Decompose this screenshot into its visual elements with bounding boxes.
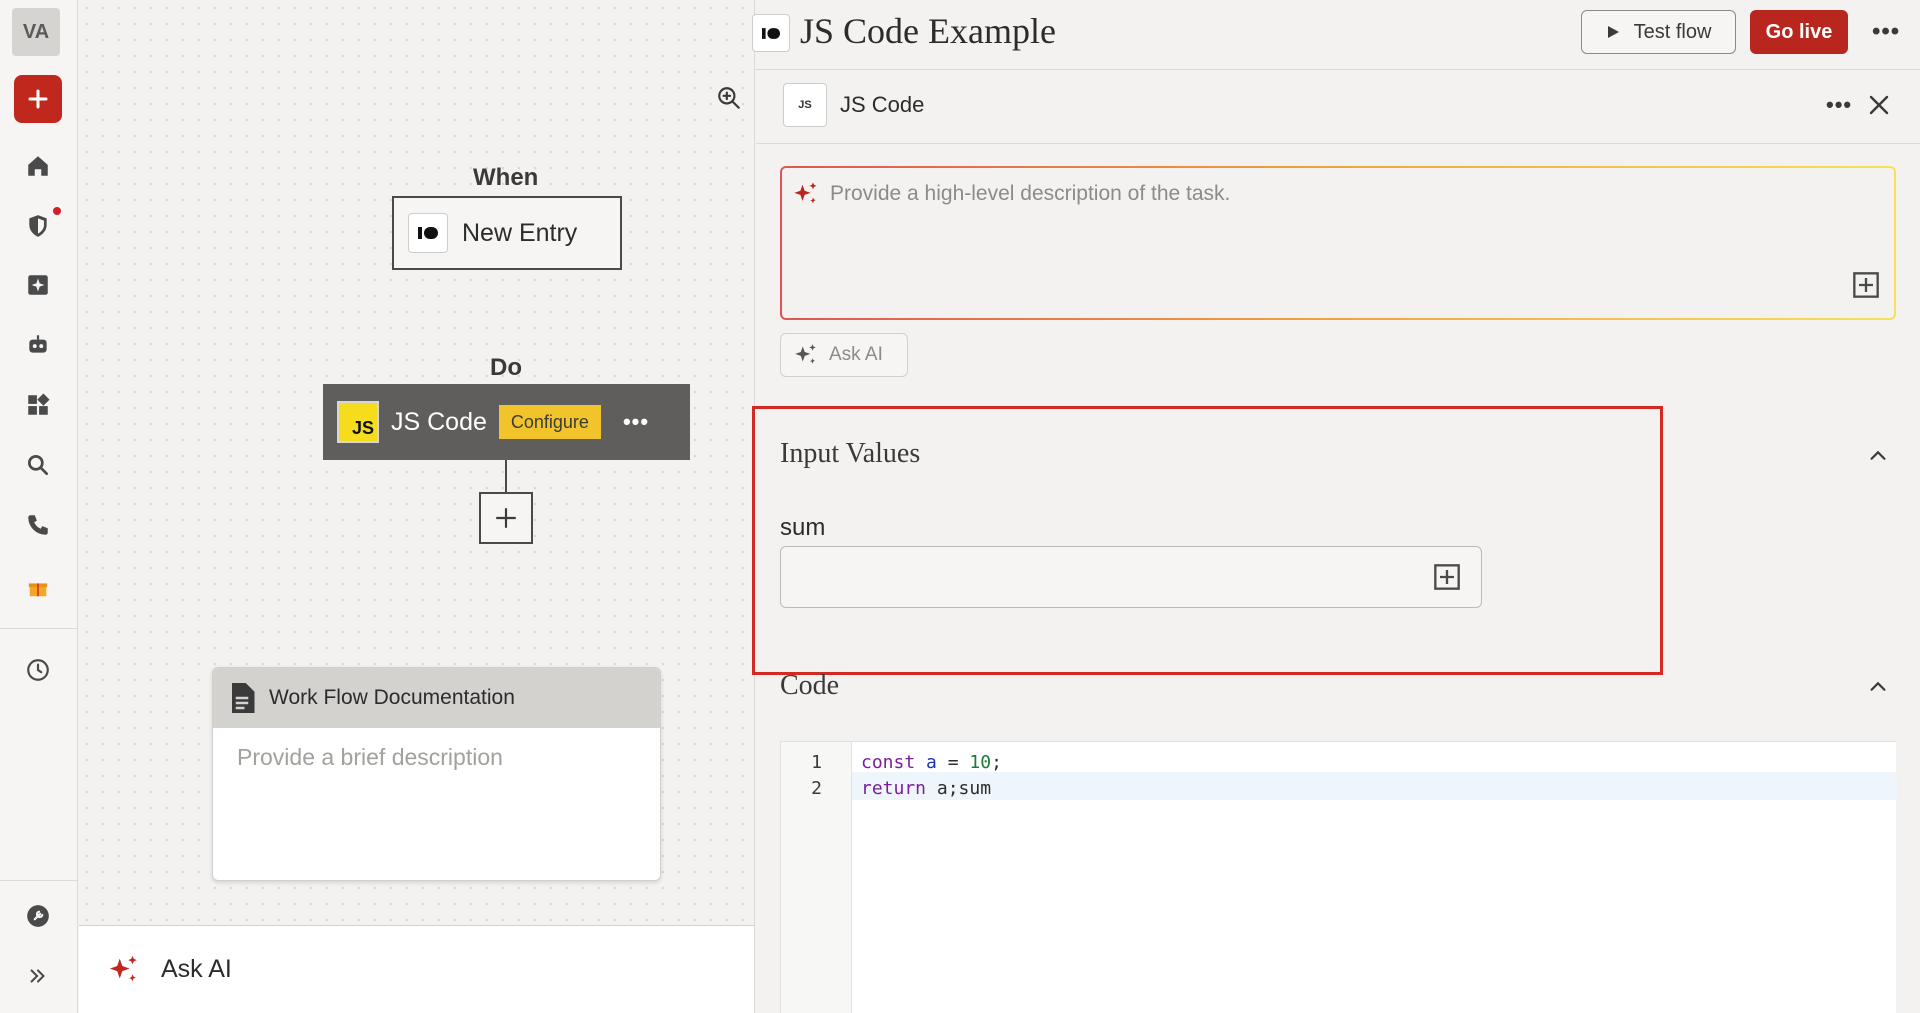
go-live-button[interactable]: Go live: [1750, 10, 1848, 54]
sparkle-doc-icon[interactable]: [24, 271, 52, 299]
js-logo-icon: JS: [783, 83, 827, 127]
annotation-highlight-box: [752, 406, 1663, 675]
code-editor[interactable]: 1 2 const a = 10; return a;sum: [780, 741, 1897, 1013]
keyword-token: const: [861, 752, 916, 773]
double-chevron-icon[interactable]: [24, 962, 52, 990]
ask-ai-button[interactable]: Ask AI: [780, 333, 908, 377]
app-root: VA When New Entry Do JS JS Code Configur…: [0, 0, 1920, 1013]
ask-ai-button-label: Ask AI: [829, 344, 883, 365]
trigger-node[interactable]: New Entry: [392, 196, 622, 270]
panel-title: JS Code: [840, 92, 925, 117]
flow-title[interactable]: JS Code Example: [800, 10, 1056, 52]
plus-icon: [496, 508, 516, 528]
gift-icon[interactable]: [24, 574, 52, 602]
do-label: Do: [490, 354, 522, 381]
code-token: a;sum: [926, 778, 992, 799]
plus-icon: [28, 89, 48, 109]
flow-logo-icon: [752, 14, 790, 52]
left-rail: VA: [0, 0, 78, 1013]
test-flow-button[interactable]: Test flow: [1581, 10, 1736, 54]
trigger-label: New Entry: [462, 218, 578, 247]
code-line-1[interactable]: const a = 10;: [861, 752, 1002, 773]
chevron-up-icon[interactable]: [1865, 674, 1891, 700]
phone-icon[interactable]: [24, 511, 52, 539]
clock-icon[interactable]: [24, 656, 52, 684]
code-section-title: Code: [780, 670, 840, 701]
app-logo-icon: [408, 213, 448, 253]
ai-description-placeholder: Provide a high-level description of the …: [830, 182, 1231, 205]
chevron-up-icon[interactable]: [1865, 443, 1891, 469]
configure-badge: Configure: [498, 405, 601, 439]
code-line-2[interactable]: return a;sum: [861, 778, 991, 799]
sparkle-icon: [792, 180, 820, 213]
more-options-icon[interactable]: •••: [1872, 18, 1900, 46]
panel-header: [756, 70, 1920, 144]
punct-token: ;: [991, 752, 1002, 773]
play-icon: [1607, 26, 1619, 38]
line-number: 1: [811, 752, 822, 773]
documentation-description[interactable]: Provide a brief description: [213, 728, 660, 787]
home-icon[interactable]: [24, 152, 52, 180]
add-step-button[interactable]: [479, 492, 533, 544]
line-number: 2: [811, 778, 822, 799]
test-flow-label: Test flow: [1633, 20, 1712, 43]
ask-ai-bar-label: Ask AI: [161, 955, 232, 983]
rail-divider: [0, 880, 78, 881]
apps-icon[interactable]: [24, 391, 52, 419]
notification-dot: [53, 207, 61, 215]
search-icon[interactable]: [24, 451, 52, 479]
operator-token: =: [936, 752, 970, 773]
robot-icon[interactable]: [24, 331, 52, 359]
shield-icon[interactable]: [24, 212, 52, 240]
document-icon: [232, 683, 255, 713]
number-token: 10: [969, 752, 992, 773]
ai-description-input[interactable]: Provide a high-level description of the …: [780, 166, 1896, 320]
rail-divider: [0, 628, 78, 629]
js-logo-icon: JS: [337, 401, 379, 443]
wrench-icon[interactable]: [24, 902, 52, 930]
create-button[interactable]: [14, 75, 62, 123]
documentation-title: Work Flow Documentation: [269, 686, 515, 709]
keyword-token: return: [861, 778, 927, 799]
avatar[interactable]: VA: [12, 8, 60, 56]
insert-variable-icon[interactable]: [1852, 271, 1880, 304]
documentation-card[interactable]: Work Flow Documentation Provide a brief …: [212, 667, 661, 881]
when-label: When: [473, 164, 539, 191]
js-code-node[interactable]: JS JS Code Configure •••: [323, 384, 690, 460]
ask-ai-bar[interactable]: Ask AI: [79, 925, 755, 1013]
zoom-in-icon[interactable]: [715, 84, 743, 112]
connector-line: [505, 460, 507, 494]
documentation-header: Work Flow Documentation: [213, 668, 660, 728]
sparkle-icon: [795, 344, 816, 364]
action-label: JS Code: [391, 407, 487, 436]
sparkle-icon: [109, 955, 137, 981]
close-icon[interactable]: [1864, 90, 1894, 120]
node-more-icon[interactable]: •••: [623, 409, 649, 435]
panel-more-icon[interactable]: •••: [1826, 92, 1852, 118]
variable-token: a: [926, 752, 937, 773]
